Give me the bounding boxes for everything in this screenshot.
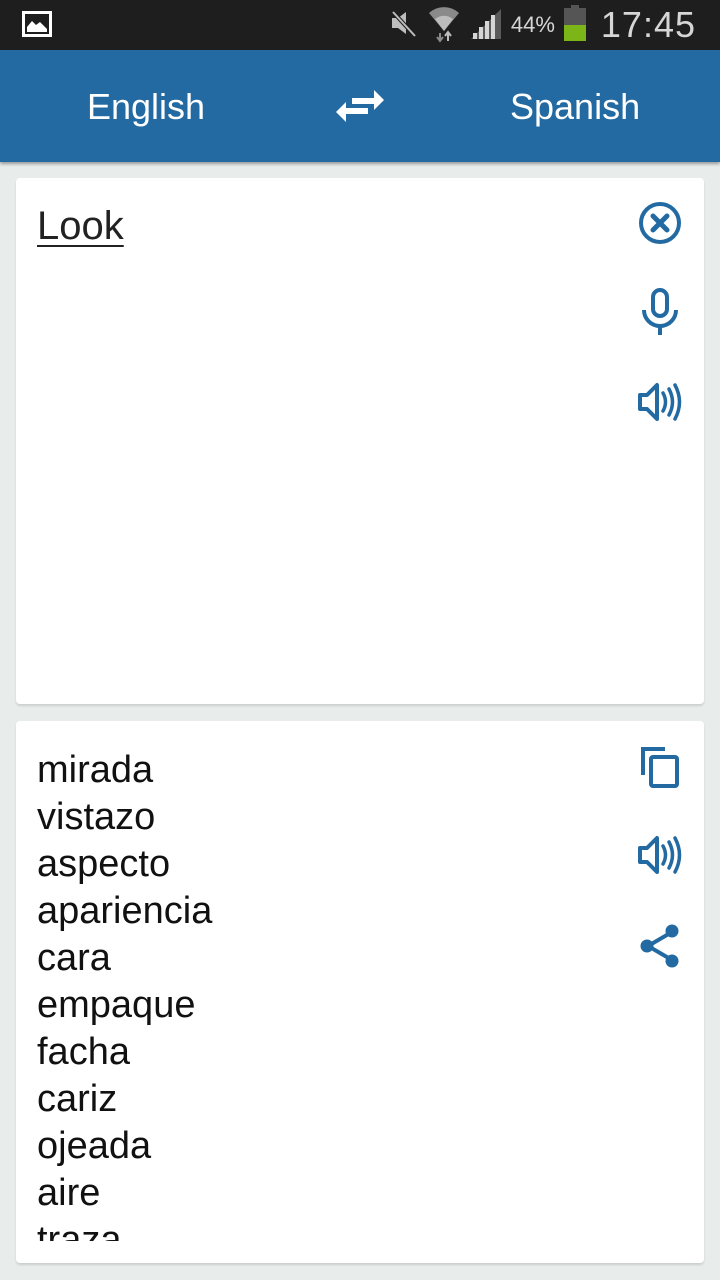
translation-item[interactable]: aire [37,1170,597,1217]
battery-icon [563,4,587,46]
swap-arrows-icon [336,90,384,122]
image-notification-icon [22,11,52,37]
speak-output-button[interactable] [636,831,684,879]
translation-item[interactable]: traza [37,1217,597,1241]
clock: 17:45 [600,4,696,45]
clear-button[interactable] [636,199,684,247]
copy-icon [641,747,679,788]
translation-item[interactable]: empaque [37,982,597,1029]
copy-button[interactable] [636,743,684,791]
speaker-icon [638,836,682,874]
input-card: Look [16,178,704,704]
translation-item[interactable]: apariencia [37,888,597,935]
share-icon [640,924,679,968]
share-button[interactable] [636,922,684,970]
mute-icon [389,8,419,43]
battery-percent: 44% [510,12,555,37]
translation-item[interactable]: facha [37,1029,597,1076]
translation-item[interactable]: mirada [37,747,597,794]
voice-input-button[interactable] [636,288,684,336]
translation-item[interactable]: cariz [37,1076,597,1123]
status-bar: 44% 17:45 [0,0,720,50]
translation-results[interactable]: mirada vistazo aspecto apariencia cara e… [37,747,597,1241]
source-language-button[interactable]: English [87,86,205,128]
close-circle-icon [639,202,681,244]
app-bar: English Spanish [0,50,720,162]
translation-item[interactable]: ojeada [37,1123,597,1170]
speaker-icon [638,383,682,421]
signal-icon [469,7,503,44]
speak-input-button[interactable] [636,378,684,426]
translation-item[interactable]: vistazo [37,794,597,841]
translation-item[interactable]: aspecto [37,841,597,888]
wifi-icon [427,3,461,48]
target-language-button[interactable]: Spanish [510,86,640,128]
translation-item[interactable]: cara [37,935,597,982]
microphone-icon [642,288,678,335]
output-card: mirada vistazo aspecto apariencia cara e… [16,721,704,1263]
swap-languages-button[interactable] [334,86,386,126]
source-text-input[interactable]: Look [37,204,124,249]
